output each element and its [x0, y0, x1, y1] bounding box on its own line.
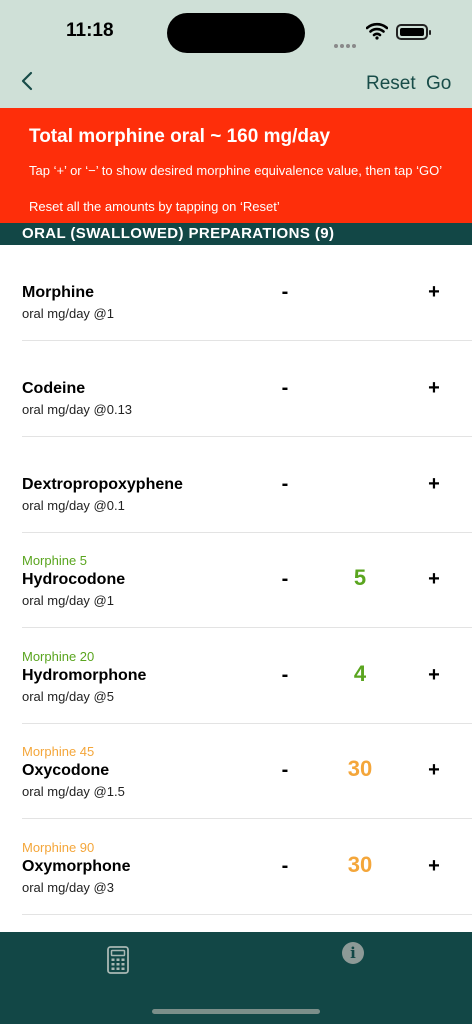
drug-row-morphine: Morphine oral mg/day @1 - + — [0, 245, 472, 341]
instruction-text: Tap ‘+’ or ‘−’ to show desired morphine … — [29, 163, 443, 178]
home-indicator — [152, 1009, 320, 1014]
calculator-icon[interactable] — [107, 946, 129, 974]
drug-row-dextropropoxyphene: Dextropropoxyphene oral mg/day @0.1 - + — [0, 437, 472, 533]
decrement-button[interactable]: - — [272, 377, 298, 400]
dose-quantity: 5 — [353, 565, 367, 590]
drug-name: Oxycodone — [22, 762, 110, 779]
navigation-bar: Reset Go — [0, 64, 472, 104]
drug-name: Oxymorphone — [22, 858, 131, 875]
drug-dose-factor: oral mg/day @0.13 — [22, 402, 133, 417]
chevron-left-icon — [21, 71, 33, 91]
decrement-button[interactable]: - — [272, 473, 298, 496]
morphine-equivalent: Morphine 90 — [22, 840, 95, 855]
dose-quantity: 30 — [347, 756, 373, 781]
drug-dose-factor: oral mg/day @1 — [22, 593, 114, 608]
drug-row-hydrocodone: Morphine 5 Hydrocodone oral mg/day @1 - … — [0, 532, 472, 628]
section-header: ORAL (SWALLOWED) PREPARATIONS (9) — [0, 223, 472, 245]
dose-quantity: 30 — [347, 852, 373, 877]
cellular-signal-icon — [334, 35, 358, 53]
drug-name: Hydrocodone — [22, 571, 126, 588]
drug-row-codeine: Codeine oral mg/day @0.13 - + — [0, 341, 472, 437]
increment-button[interactable]: + — [421, 664, 447, 687]
status-bar: 11:18 Reset Go — [0, 0, 472, 108]
morphine-equivalent: Morphine 5 — [22, 553, 88, 568]
total-morphine-title: Total morphine oral ~ 160 mg/day — [29, 126, 331, 147]
decrement-button[interactable]: - — [272, 281, 298, 304]
drug-name: Codeine — [22, 380, 86, 397]
drug-name: Morphine — [22, 284, 94, 301]
back-button[interactable] — [20, 70, 34, 96]
reset-hint-text: Reset all the amounts by tapping on ‘Res… — [29, 199, 280, 214]
row-divider — [22, 914, 472, 915]
drug-row-hydromorphone: Morphine 20 Hydromorphone oral mg/day @5… — [0, 628, 472, 724]
drug-row-oxymorphone: Morphine 90 Oxymorphone oral mg/day @3 -… — [0, 819, 472, 915]
battery-icon — [396, 24, 431, 40]
morphine-equivalent: Morphine 45 — [22, 744, 95, 759]
drug-dose-factor: oral mg/day @1 — [22, 306, 114, 321]
drug-dose-factor: oral mg/day @1.5 — [22, 784, 125, 799]
morphine-equivalent: Morphine 20 — [22, 649, 95, 664]
reset-button[interactable]: Reset — [366, 73, 416, 95]
status-time: 11:18 — [66, 20, 114, 41]
drug-dose-factor: oral mg/day @5 — [22, 689, 114, 704]
section-title: ORAL (SWALLOWED) PREPARATIONS (9) — [22, 225, 335, 242]
drug-name: Hydromorphone — [22, 667, 147, 684]
drug-row-oxycodone: Morphine 45 Oxycodone oral mg/day @1.5 -… — [0, 723, 472, 819]
decrement-button[interactable]: - — [272, 568, 298, 591]
drug-name: Dextropropoxyphene — [22, 476, 183, 493]
total-banner: Total morphine oral ~ 160 mg/day Tap ‘+’… — [0, 108, 472, 223]
increment-button[interactable]: + — [421, 568, 447, 591]
decrement-button[interactable]: - — [272, 855, 298, 878]
increment-button[interactable]: + — [421, 377, 447, 400]
info-icon[interactable]: i — [342, 942, 364, 964]
wifi-icon — [366, 22, 388, 40]
go-button[interactable]: Go — [426, 73, 451, 95]
drug-dose-factor: oral mg/day @3 — [22, 880, 114, 895]
drug-dose-factor: oral mg/day @0.1 — [22, 498, 125, 513]
dynamic-island — [167, 13, 305, 53]
increment-button[interactable]: + — [421, 759, 447, 782]
increment-button[interactable]: + — [421, 855, 447, 878]
decrement-button[interactable]: - — [272, 759, 298, 782]
increment-button[interactable]: + — [421, 281, 447, 304]
increment-button[interactable]: + — [421, 473, 447, 496]
decrement-button[interactable]: - — [272, 664, 298, 687]
dose-quantity: 4 — [353, 661, 367, 686]
